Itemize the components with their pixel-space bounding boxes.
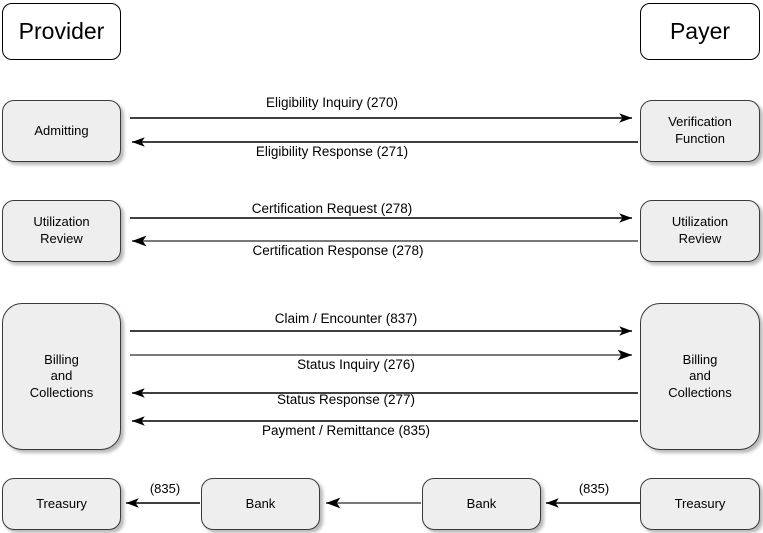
node-provider-billing-and-collections[interactable]: Billing and Collections bbox=[2, 303, 121, 450]
connector-layer bbox=[126, 113, 640, 509]
edge-label-certification-request: Certification Request (278) bbox=[251, 201, 413, 216]
node-provider-utilization-review[interactable]: Utilization Review bbox=[2, 200, 121, 262]
node-payer-billing-and-collections-label: Billing and Collections bbox=[668, 351, 732, 400]
edge-label-status-inquiry: Status Inquiry (276) bbox=[297, 357, 415, 372]
node-provider-treasury-label: Treasury bbox=[36, 495, 87, 511]
node-provider-admitting-label: Admitting bbox=[34, 122, 89, 138]
edge-label-eligibility-response: Eligibility Response (271) bbox=[255, 144, 409, 159]
edge-label-treasury-to-bank: (835) bbox=[578, 481, 610, 496]
node-provider-admitting[interactable]: Admitting bbox=[2, 100, 121, 162]
node-payer-billing-and-collections[interactable]: Billing and Collections bbox=[640, 303, 760, 450]
diagram-canvas: Provider Payer Admitting Utilization Rev… bbox=[0, 0, 763, 533]
node-payer-treasury-label: Treasury bbox=[674, 495, 726, 511]
column-header-provider-label: Provider bbox=[18, 17, 105, 44]
edge-label-claim-encounter: Claim / Encounter (837) bbox=[274, 311, 418, 326]
edge-label-eligibility-inquiry: Eligibility Inquiry (270) bbox=[265, 95, 399, 110]
column-header-payer-label: Payer bbox=[669, 17, 731, 44]
edge-label-certification-response: Certification Response (278) bbox=[252, 243, 424, 258]
edge-label-status-response: Status Response (277) bbox=[276, 392, 416, 407]
edge-label-bank-to-treasury: (835) bbox=[149, 481, 181, 496]
node-bank-right[interactable]: Bank bbox=[422, 478, 541, 530]
node-payer-utilization-review-label: Utilization Review bbox=[671, 214, 729, 246]
edge-label-payment-remittance: Payment / Remittance (835) bbox=[261, 423, 431, 438]
node-payer-treasury[interactable]: Treasury bbox=[640, 478, 760, 530]
node-payer-verification-function[interactable]: Verification Function bbox=[640, 100, 760, 162]
node-provider-utilization-review-label: Utilization Review bbox=[33, 214, 90, 246]
node-provider-billing-and-collections-label: Billing and Collections bbox=[29, 351, 94, 400]
node-provider-treasury[interactable]: Treasury bbox=[2, 478, 121, 530]
node-bank-left-label: Bank bbox=[245, 495, 276, 511]
node-bank-left[interactable]: Bank bbox=[201, 478, 320, 530]
column-header-payer: Payer bbox=[640, 3, 760, 60]
node-bank-right-label: Bank bbox=[466, 495, 497, 511]
node-payer-verification-function-label: Verification Function bbox=[668, 114, 732, 146]
column-header-provider: Provider bbox=[2, 3, 121, 60]
node-payer-utilization-review[interactable]: Utilization Review bbox=[640, 200, 760, 262]
